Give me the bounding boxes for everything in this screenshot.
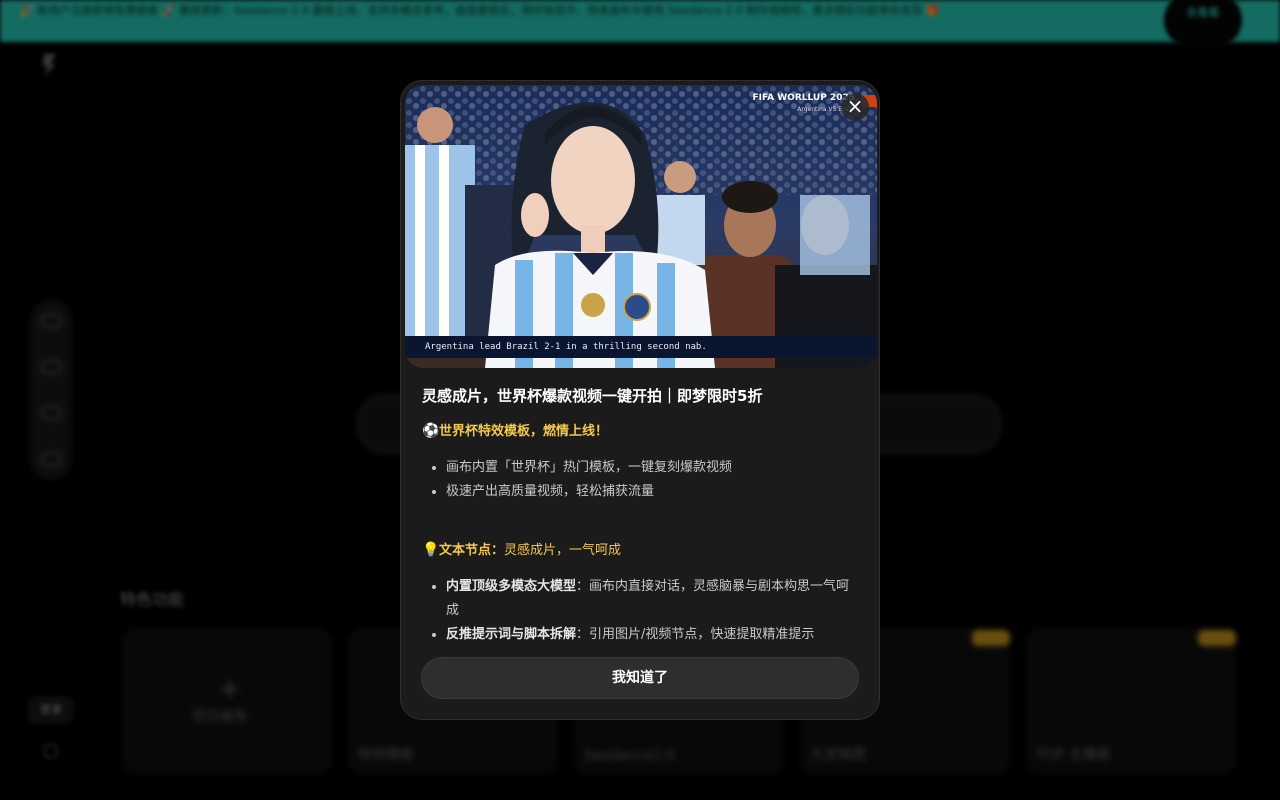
list-item-bold: 内置顶级多模态大模型 [446,579,577,594]
list-item: 画布内置「世界杯」热门模板，一键复刻爆款视频 [446,456,862,480]
close-button[interactable]: × [841,93,869,121]
hero-caption: Argentina lead Brazil 2-1 in a thrilling… [405,336,877,358]
announcement-modal: FIFA WORLLUP 2025 Argentina VS Brazil Ar… [400,80,880,720]
light-bulb-icon: 💡 [422,542,440,558]
match-tag: FIFA WORLLUP 2025 Argentina VS Brazil [753,93,855,115]
feature-list-worldcup: 画布内置「世界杯」热门模板，一键复刻爆款视频 极速产出高质量视频，轻松捕获流量 [446,456,862,504]
list-item-bold: 反推提示词与脚本拆解 [446,627,577,642]
section-heading-text-node: 💡文本节点：灵感成片，一气呵成 [422,540,862,561]
list-item: 极速产出高质量视频，轻松捕获流量 [446,480,862,504]
section-heading-text: 世界杯特效模板，燃情上线！ [439,424,609,439]
modal-title: 灵感成片，世界杯爆款视频一键开拍｜即梦限时5折 [422,387,763,405]
section-heading-subtext: 灵感成片，一气呵成 [504,543,622,558]
list-item: 内置顶级多模态大模型：画布内直接对话，灵感脑暴与剧本构思一气呵成 [446,575,862,623]
match-tag-subtitle: Argentina VS Brazil [797,106,855,113]
match-tag-title: FIFA WORLLUP 2025 [752,93,855,103]
acknowledge-button[interactable]: 我知道了 [421,657,859,699]
list-item-text: 极速产出高质量视频，轻松捕获流量 [446,484,655,499]
section-heading-worldcup: ⚽世界杯特效模板，燃情上线！ [422,421,862,442]
list-item-text: 画布内置「世界杯」热门模板，一键复刻爆款视频 [446,460,733,475]
section-heading-text: 文本节点： [439,543,505,558]
hero-illustration [405,85,877,368]
modal-content: 灵感成片，世界杯爆款视频一键开拍｜即梦限时5折 ⚽世界杯特效模板，燃情上线！ 画… [422,381,862,651]
feature-list-text-node: 内置顶级多模态大模型：画布内直接对话，灵感脑暴与剧本构思一气呵成 反推提示词与脚… [446,575,862,647]
list-item-text: ：引用图片/视频节点，快速提取精准提示 [576,627,815,642]
soccer-ball-icon: ⚽ [422,423,440,439]
hero-image: FIFA WORLLUP 2025 Argentina VS Brazil Ar… [405,85,877,368]
list-item: 反推提示词与脚本拆解：引用图片/视频节点，快速提取精准提示 [446,623,862,647]
